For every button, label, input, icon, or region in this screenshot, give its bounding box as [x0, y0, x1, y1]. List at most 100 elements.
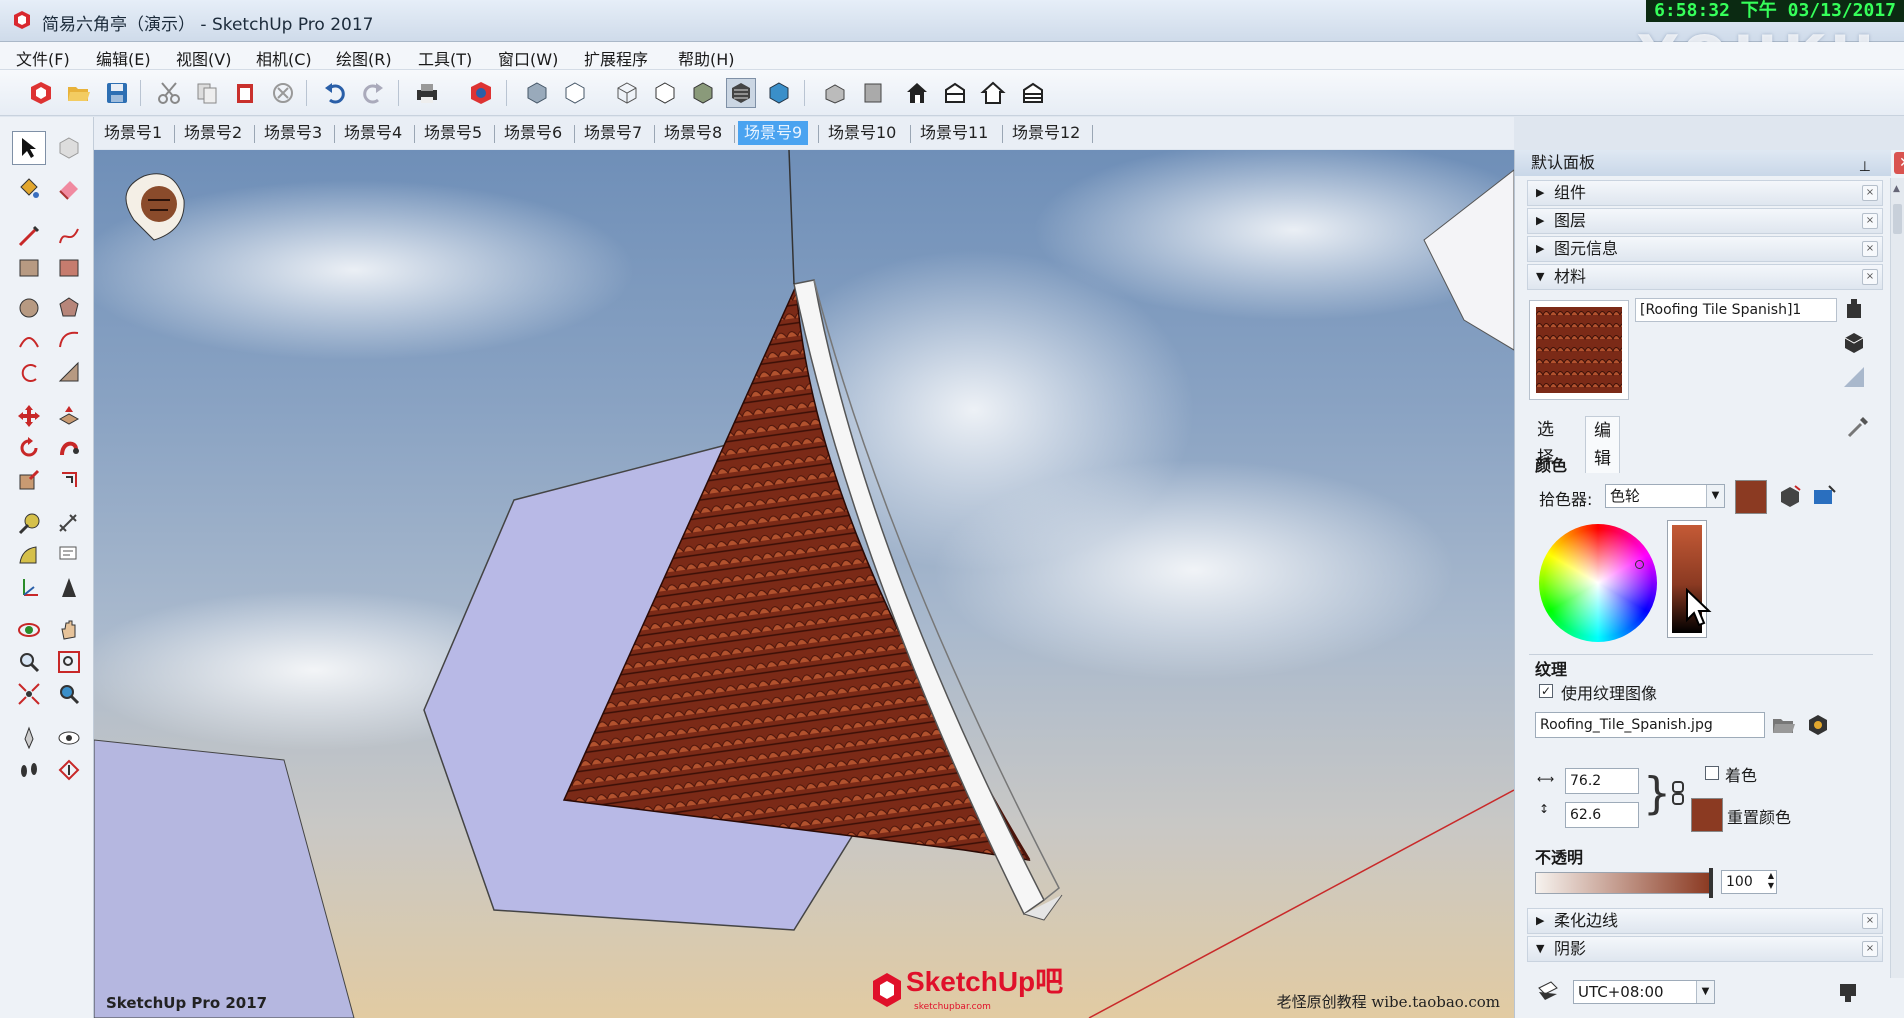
position-camera-tool[interactable]: [12, 721, 46, 755]
tape-measure-tool[interactable]: [12, 507, 46, 541]
rotate-tool[interactable]: [12, 431, 46, 465]
section-close-icon[interactable]: ×: [1862, 241, 1878, 257]
pin-icon[interactable]: ⊥: [1859, 154, 1871, 180]
text-tool[interactable]: [52, 539, 86, 573]
erase-button[interactable]: [268, 78, 298, 108]
scene-tab-7[interactable]: 场景号7: [578, 121, 648, 145]
dimension-tool[interactable]: [52, 507, 86, 541]
scene-tab-11[interactable]: 场景号11: [914, 121, 994, 145]
new-file-button[interactable]: [26, 78, 56, 108]
scene-tab-2[interactable]: 场景号2: [178, 121, 248, 145]
model-viewport[interactable]: SketchUp Pro 2017 SketchUp吧 sketchupbar.…: [94, 150, 1514, 1018]
spinner-icon[interactable]: ▲ ▼: [1768, 871, 1774, 891]
paste-button[interactable]: [230, 78, 260, 108]
eyedropper-icon[interactable]: [1845, 414, 1871, 440]
scene-tab-9[interactable]: 场景号9: [738, 121, 809, 145]
shaded-button[interactable]: [688, 78, 718, 108]
copy-button[interactable]: [192, 78, 222, 108]
section-soften-edges[interactable]: ▶ 柔化边线 ×: [1527, 908, 1883, 934]
walk-tool[interactable]: [12, 753, 46, 787]
previous-view-tool[interactable]: [52, 677, 86, 711]
two-point-arc-tool[interactable]: [52, 323, 86, 357]
scene-tab-6[interactable]: 场景号6: [498, 121, 568, 145]
look-around-tool[interactable]: [52, 721, 86, 755]
circle-tool[interactable]: [12, 291, 46, 325]
arc-tool[interactable]: [12, 323, 46, 357]
menu-window[interactable]: 窗口(W): [498, 46, 558, 70]
menu-help[interactable]: 帮助(H): [678, 46, 735, 70]
use-texture-checkbox[interactable]: ✓: [1539, 684, 1553, 698]
iso-view-button[interactable]: [820, 78, 850, 108]
scene-tab-5[interactable]: 场景号5: [418, 121, 488, 145]
select-tool[interactable]: [12, 131, 46, 165]
section-close-icon[interactable]: ×: [1862, 185, 1878, 201]
tray-scrollbar[interactable]: ▲: [1890, 178, 1904, 978]
texture-height-field[interactable]: 62.6: [1565, 802, 1639, 828]
section-layers[interactable]: ▶ 图层 ×: [1527, 208, 1883, 234]
material-thumbnail[interactable]: [1529, 300, 1629, 400]
eraser-tool[interactable]: [52, 171, 86, 205]
scene-tab-10[interactable]: 场景号10: [822, 121, 902, 145]
scroll-up-icon[interactable]: ▲: [1893, 184, 1900, 194]
back-view-button[interactable]: [978, 78, 1008, 108]
color-picker-select[interactable]: 色轮 ▼: [1605, 484, 1725, 508]
reset-color-swatch[interactable]: [1691, 798, 1723, 832]
redo-button[interactable]: [358, 78, 388, 108]
scene-tab-1[interactable]: 场景号1: [98, 121, 168, 145]
reset-color-label[interactable]: 重置颜色: [1727, 804, 1791, 828]
right-view-button[interactable]: [940, 78, 970, 108]
pan-tool[interactable]: [52, 613, 86, 647]
polygon-tool[interactable]: [52, 291, 86, 325]
rotated-rectangle-tool[interactable]: [52, 251, 86, 285]
browse-folder-icon[interactable]: [1771, 712, 1797, 738]
section-plane-tool[interactable]: [52, 753, 86, 787]
model-info-button[interactable]: [466, 78, 496, 108]
shadow-toggle-icon[interactable]: [1535, 978, 1561, 1004]
scroll-thumb[interactable]: [1893, 204, 1902, 234]
menu-edit[interactable]: 编辑(E): [96, 46, 151, 70]
opacity-slider-thumb[interactable]: [1709, 868, 1713, 898]
edit-texture-icon[interactable]: [1805, 712, 1831, 738]
offset-tool[interactable]: [52, 463, 86, 497]
opacity-slider[interactable]: [1535, 872, 1711, 894]
section-materials[interactable]: ▼ 材料 ×: [1527, 264, 1883, 290]
material-name-field[interactable]: [Roofing Tile Spanish]1: [1635, 298, 1837, 322]
match-model-color-icon[interactable]: [1777, 484, 1803, 510]
menu-draw[interactable]: 绘图(R): [336, 46, 392, 70]
color-wheel[interactable]: [1539, 524, 1657, 642]
scene-tab-12[interactable]: 场景号12: [1006, 121, 1086, 145]
zoom-window-tool[interactable]: [52, 645, 86, 679]
undo-button[interactable]: [320, 78, 350, 108]
section-close-icon[interactable]: ×: [1862, 213, 1878, 229]
3d-text-tool[interactable]: [52, 571, 86, 605]
menu-extensions[interactable]: 扩展程序: [584, 46, 648, 70]
section-components[interactable]: ▶ 组件 ×: [1527, 180, 1883, 206]
section-close-icon[interactable]: ×: [1862, 269, 1878, 285]
scene-tab-3[interactable]: 场景号3: [258, 121, 328, 145]
tab-edit[interactable]: 编辑: [1585, 416, 1620, 473]
opacity-field[interactable]: 100 ▲ ▼: [1721, 870, 1777, 894]
paint-bucket-tool[interactable]: [12, 171, 46, 205]
colorize-checkbox[interactable]: [1705, 766, 1719, 780]
follow-me-tool[interactable]: [52, 431, 86, 465]
three-point-arc-tool[interactable]: [12, 355, 46, 389]
move-tool[interactable]: [12, 399, 46, 433]
scene-tab-4[interactable]: 场景号4: [338, 121, 408, 145]
line-tool[interactable]: [12, 219, 46, 253]
texture-width-field[interactable]: 76.2: [1565, 768, 1639, 794]
tray-close-button[interactable]: ✕: [1894, 152, 1904, 174]
chain-link-icon[interactable]: [1665, 780, 1691, 806]
current-color-swatch[interactable]: [1735, 480, 1767, 514]
menu-camera[interactable]: 相机(C): [256, 46, 312, 70]
shadow-settings-icon[interactable]: [1835, 980, 1861, 1006]
print-button[interactable]: [412, 78, 442, 108]
section-shadows[interactable]: ▼ 阴影 ×: [1527, 936, 1883, 962]
create-material-icon[interactable]: [1841, 330, 1867, 356]
zoom-extents-tool[interactable]: [12, 677, 46, 711]
menu-view[interactable]: 视图(V): [176, 46, 231, 70]
orbit-tool[interactable]: [12, 613, 46, 647]
open-button[interactable]: [64, 78, 94, 108]
monochrome-button[interactable]: [764, 78, 794, 108]
shaded-style-button[interactable]: [522, 78, 552, 108]
axes-tool[interactable]: [12, 571, 46, 605]
